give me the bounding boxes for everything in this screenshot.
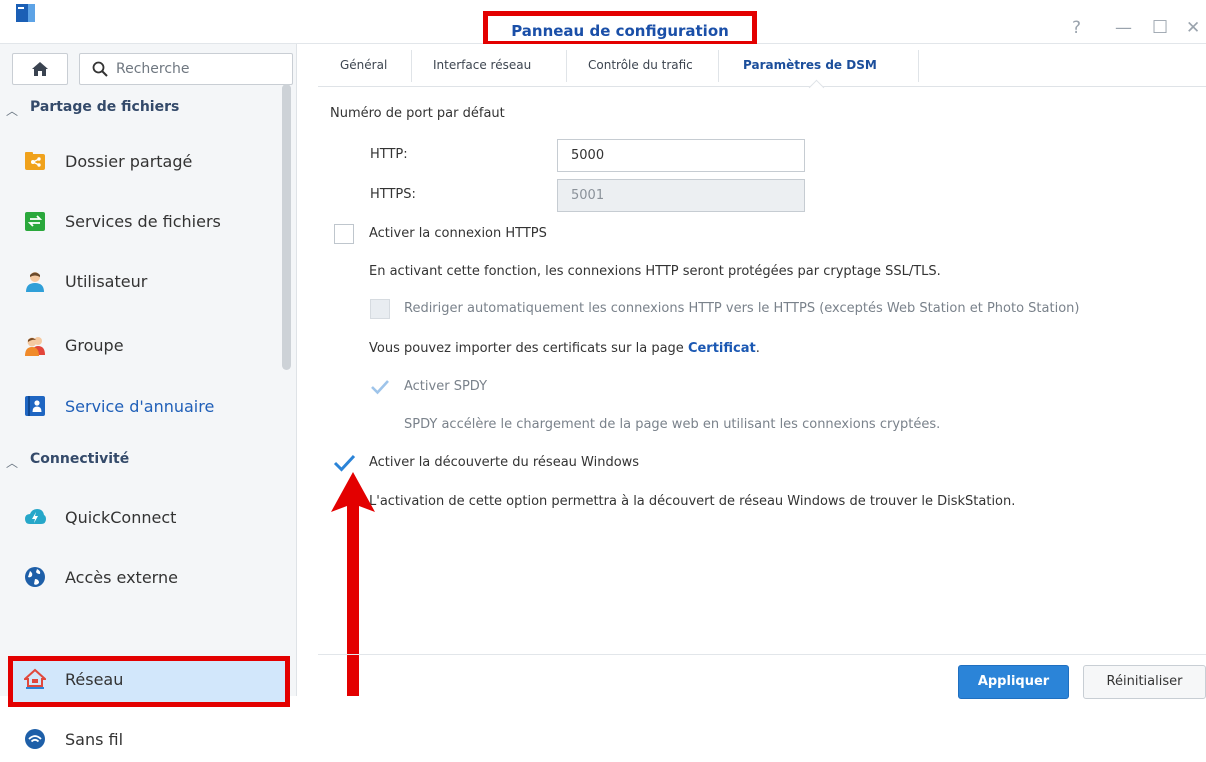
directory-service-icon <box>25 396 45 416</box>
home-button[interactable] <box>12 53 68 85</box>
tab-traffic-control[interactable]: Contrôle du trafic <box>588 58 693 72</box>
tab-network-interface[interactable]: Interface réseau <box>433 58 531 72</box>
sidebar-item-user[interactable]: Utilisateur <box>0 260 280 304</box>
http-port-value: 5000 <box>571 148 605 163</box>
section-title-connectivity[interactable]: Connectivité <box>30 451 129 467</box>
https-label: HTTPS: <box>370 187 416 202</box>
network-annotation-box <box>8 656 290 707</box>
enable-https-checkbox[interactable] <box>334 224 354 244</box>
enable-https-label: Activer la connexion HTTPS <box>369 226 547 241</box>
sidebar-item-label: Groupe <box>65 336 124 355</box>
home-icon <box>32 62 48 76</box>
sidebar: Recherche ︿ Partage de fichiers Dossier … <box>0 44 297 749</box>
https-port-input: 5001 <box>557 179 805 212</box>
annotation-arrow <box>331 472 375 696</box>
port-section-label: Numéro de port par défaut <box>330 106 505 121</box>
external-access-icon <box>25 567 45 587</box>
windows-discovery-description: L'activation de cette option permettra à… <box>369 494 1016 509</box>
quickconnect-icon <box>25 509 46 524</box>
sidebar-item-label: Dossier partagé <box>65 152 193 171</box>
close-icon[interactable]: ✕ <box>1186 18 1200 38</box>
file-services-icon <box>25 212 45 231</box>
certificate-text-suffix: . <box>755 341 760 356</box>
wireless-icon <box>25 729 45 749</box>
reset-button[interactable]: Réinitialiser <box>1083 665 1206 699</box>
sidebar-scrollbar[interactable] <box>282 84 291 370</box>
certificate-text: Vous pouvez importer des certificats sur… <box>369 341 760 356</box>
title-annotation-box: Panneau de configuration <box>483 11 757 46</box>
redirect-https-label: Rediriger automatiquement les connexions… <box>404 301 1080 316</box>
window-title: Panneau de configuration <box>511 22 729 40</box>
title-bar: Panneau de configuration ? — □ ✕ <box>0 0 1206 46</box>
chevron-up-icon[interactable]: ︿ <box>6 102 18 119</box>
certificate-text-prefix: Vous pouvez importer des certificats sur… <box>369 341 684 356</box>
enable-spdy-label: Activer SPDY <box>404 379 488 394</box>
minimize-icon[interactable]: — <box>1115 18 1132 38</box>
tab-bar: Général Interface réseau Contrôle du tra… <box>318 44 1206 87</box>
search-input[interactable]: Recherche <box>79 53 293 85</box>
footer-divider <box>318 654 1206 655</box>
tab-dsm-settings[interactable]: Paramètres de DSM <box>743 58 877 72</box>
search-icon <box>92 61 108 77</box>
sidebar-item-group[interactable]: Groupe <box>0 324 280 368</box>
shared-folder-icon <box>25 152 45 170</box>
enable-spdy-checkbox <box>369 376 391 398</box>
help-icon[interactable]: ? <box>1072 18 1081 38</box>
http-label: HTTP: <box>370 147 408 162</box>
maximize-icon[interactable]: □ <box>1152 16 1168 36</box>
checkmark-icon <box>371 380 389 395</box>
sidebar-item-quickconnect[interactable]: QuickConnect <box>0 496 280 540</box>
redirect-https-checkbox <box>370 299 390 319</box>
sidebar-item-shared-folder[interactable]: Dossier partagé <box>0 140 280 184</box>
section-title-file-sharing[interactable]: Partage de fichiers <box>30 99 179 115</box>
windows-discovery-label: Activer la découverte du réseau Windows <box>369 455 640 470</box>
sidebar-item-directory-service[interactable]: Service d'annuaire <box>0 385 280 429</box>
control-panel-app-icon <box>16 0 36 26</box>
apply-button[interactable]: Appliquer <box>958 665 1069 699</box>
sidebar-item-external-access[interactable]: Accès externe <box>0 556 280 600</box>
tab-general[interactable]: Général <box>340 58 387 72</box>
https-description: En activant cette fonction, les connexio… <box>369 264 941 279</box>
sidebar-item-label: QuickConnect <box>65 508 177 527</box>
chevron-up-icon[interactable]: ︿ <box>6 454 18 471</box>
sidebar-item-label: Sans fil <box>65 730 124 749</box>
sidebar-item-wireless[interactable]: Sans fil <box>0 718 280 762</box>
sidebar-item-label: Services de fichiers <box>65 212 221 231</box>
group-icon <box>25 337 45 356</box>
search-placeholder: Recherche <box>116 61 190 77</box>
sidebar-item-file-services[interactable]: Services de fichiers <box>0 200 280 244</box>
sidebar-item-label: Service d'annuaire <box>65 397 215 416</box>
sidebar-item-label: Accès externe <box>65 568 178 587</box>
sidebar-item-label: Utilisateur <box>65 272 148 291</box>
spdy-description: SPDY accélère le chargement de la page w… <box>404 417 941 432</box>
http-port-input[interactable]: 5000 <box>557 139 805 172</box>
https-port-value: 5001 <box>571 188 605 203</box>
user-icon <box>26 272 44 292</box>
certificate-link[interactable]: Certificat <box>688 341 756 356</box>
